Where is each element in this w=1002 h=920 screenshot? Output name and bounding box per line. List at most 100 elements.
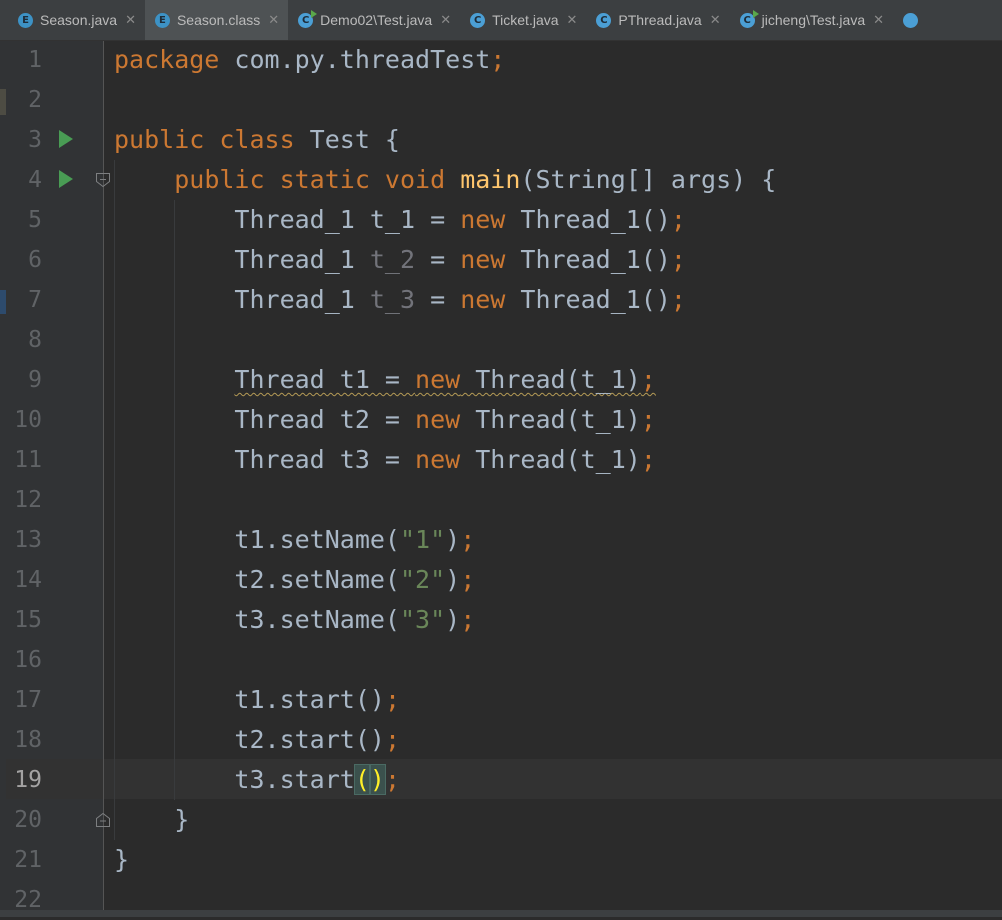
line-number: 16	[14, 647, 42, 673]
code-line[interactable]: 10 Thread t2 = new Thread(t_1);	[0, 400, 1002, 440]
code-token: new	[415, 445, 461, 474]
code-line[interactable]: 16	[0, 640, 1002, 680]
code-token: ;	[670, 245, 686, 274]
code-line[interactable]: 19 t3.start();	[0, 760, 1002, 800]
run-gutter-icon[interactable]	[59, 170, 73, 188]
code-token: "2"	[399, 565, 446, 594]
tab-label: Season.class	[176, 12, 261, 28]
close-icon[interactable]: ✕	[440, 12, 451, 28]
close-icon[interactable]: ✕	[873, 12, 884, 28]
code-token: Thread_1()	[505, 245, 671, 274]
close-icon[interactable]: ✕	[125, 12, 136, 28]
code-token: ;	[640, 405, 656, 434]
code-line[interactable]: 15 t3.setName("3");	[0, 600, 1002, 640]
close-icon[interactable]: ✕	[710, 12, 721, 28]
line-number: 3	[28, 127, 42, 153]
enum-file-icon: E	[154, 12, 170, 28]
code-token: "3"	[399, 605, 446, 634]
class-file-icon: C	[596, 12, 612, 28]
code-token: =	[415, 285, 461, 314]
enum-file-icon: E	[18, 12, 33, 28]
code-token: new	[415, 405, 461, 434]
runnable-class-icon: C	[298, 9, 318, 28]
code-token: ;	[384, 685, 400, 714]
code-token: t1.setName(	[114, 525, 400, 554]
close-icon[interactable]: ✕	[567, 12, 578, 28]
editor-tab[interactable]: E Season.class ✕	[144, 0, 289, 40]
code-token: )	[445, 565, 461, 594]
code-line[interactable]: 9 Thread t1 = new Thread(t_1);	[0, 360, 1002, 400]
code-token: package	[114, 45, 235, 74]
code-token: Thread(t_1)	[460, 405, 641, 434]
code-text: t1.start();	[114, 684, 400, 716]
code-token: t1.start()	[114, 685, 385, 714]
code-token: t3.setName(	[114, 605, 400, 634]
fold-end-icon[interactable]	[95, 812, 111, 828]
code-line[interactable]: 4 public static void main(String[] args)…	[0, 160, 1002, 200]
code-line[interactable]: 6 Thread_1 t_2 = new Thread_1();	[0, 240, 1002, 280]
code-token: Thread(t_1)	[460, 445, 641, 474]
code-text: package com.py.threadTest;	[114, 44, 505, 76]
code-text: t3.start();	[114, 764, 400, 796]
fold-collapse-icon[interactable]	[95, 172, 111, 188]
code-line[interactable]: 12	[0, 480, 1002, 520]
class-file-icon: C	[470, 12, 486, 28]
line-number: 4	[28, 167, 42, 193]
editor-tab[interactable]: C PThread.java ✕	[586, 0, 729, 40]
code-line[interactable]: 21}	[0, 840, 1002, 880]
editor-tab[interactable]: E Season.java ✕	[8, 0, 145, 40]
code-line[interactable]: 7 Thread_1 t_3 = new Thread_1();	[0, 280, 1002, 320]
run-gutter-icon[interactable]	[59, 130, 73, 148]
code-text: Thread_1 t_3 = new Thread_1();	[114, 284, 686, 316]
code-token: )	[445, 525, 461, 554]
line-number: 2	[28, 87, 42, 113]
code-line[interactable]: 11 Thread t3 = new Thread(t_1);	[0, 440, 1002, 480]
code-line[interactable]: 1 package com.py.threadTest;	[0, 40, 1002, 80]
close-icon[interactable]: ✕	[268, 12, 279, 28]
code-text: Thread t2 = new Thread(t_1);	[114, 404, 656, 436]
tab-label: Season.java	[40, 12, 118, 28]
code-token: Thread_1()	[505, 285, 671, 314]
line-number: 15	[14, 607, 42, 633]
warning-highlight[interactable]: Thread t1 = new Thread(t_1);	[234, 365, 655, 394]
code-token: =	[415, 245, 461, 274]
code-line[interactable]: 14 t2.setName("2");	[0, 560, 1002, 600]
code-token: ;	[640, 445, 656, 474]
code-token: }	[114, 805, 190, 834]
line-number: 6	[28, 247, 42, 273]
line-number: 11	[14, 447, 42, 473]
code-text: Thread_1 t_2 = new Thread_1();	[114, 244, 686, 276]
tab-label: PThread.java	[618, 12, 702, 28]
editor-tab[interactable]: C Ticket.java ✕	[460, 0, 586, 40]
editor-tab[interactable]: Cjicheng\Test.java ✕	[730, 0, 893, 40]
editor-tab[interactable]: C Demo02\Test.java ✕	[288, 0, 460, 40]
code-text: t2.setName("2");	[114, 564, 475, 596]
code-token: Thread(t_1)	[460, 365, 641, 394]
code-line[interactable]: 3 public class Test {	[0, 120, 1002, 160]
code-token: ;	[384, 725, 400, 754]
code-line[interactable]: 5 Thread_1 t_1 = new Thread_1();	[0, 200, 1002, 240]
line-number: 21	[14, 847, 42, 873]
code-line[interactable]: 17 t1.start();	[0, 680, 1002, 720]
code-line[interactable]: 8	[0, 320, 1002, 360]
code-line[interactable]: 18 t2.start();	[0, 720, 1002, 760]
code-text: Thread t3 = new Thread(t_1);	[114, 444, 656, 476]
line-number: 17	[14, 687, 42, 713]
code-line[interactable]: 2	[0, 80, 1002, 120]
code-token: (String[] args) {	[520, 165, 777, 194]
code-token: "1"	[399, 525, 446, 554]
code-text: t3.setName("3");	[114, 604, 475, 636]
code-text: }	[114, 804, 189, 836]
horizontal-scrollbar[interactable]	[0, 910, 1002, 917]
editor-tab[interactable]	[893, 0, 934, 40]
code-line[interactable]: 13 t1.setName("1");	[0, 520, 1002, 560]
code-line[interactable]: 20 }	[0, 800, 1002, 840]
code-token: ;	[384, 765, 401, 794]
tab-label: Ticket.java	[492, 12, 559, 28]
line-number: 7	[28, 287, 42, 313]
code-token: }	[114, 845, 130, 874]
code-token: t_3	[369, 285, 416, 314]
class-file-icon	[903, 12, 919, 28]
code-token: new	[415, 365, 461, 394]
